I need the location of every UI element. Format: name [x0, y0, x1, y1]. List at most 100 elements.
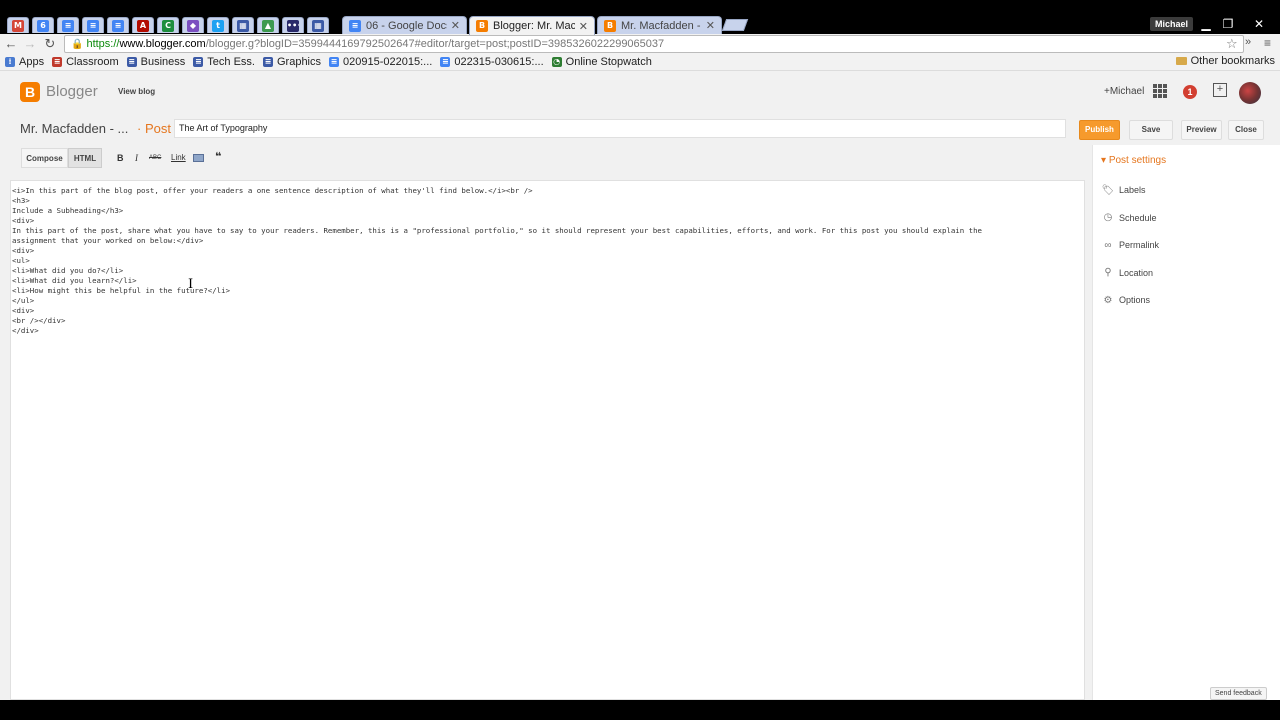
code-line: <div> [12, 306, 35, 315]
pinned-tab[interactable]: t [207, 17, 229, 33]
pinned-tab[interactable]: ▲ [257, 17, 279, 33]
new-tab-button[interactable] [721, 19, 749, 31]
pinned-tab[interactable]: ▦ [232, 17, 254, 33]
code-line: <br /></div> [12, 316, 66, 325]
avatar[interactable] [1239, 82, 1261, 104]
pinned-tab[interactable]: ◆ [182, 17, 204, 33]
screen-bottom-edge [0, 700, 1280, 720]
preview-button[interactable]: Preview [1181, 120, 1222, 140]
setting-location[interactable]: ⚲ Location [1101, 263, 1276, 283]
bookmark-item[interactable]: ≡ 020915-022015:... [329, 56, 432, 68]
extension-icon: ◆ [187, 19, 199, 32]
back-icon[interactable]: ← [3, 36, 19, 52]
setting-labels[interactable]: 🏷 Labels [1101, 180, 1276, 200]
twitter-icon: t [212, 19, 224, 32]
bookmark-item[interactable]: ⁞ Apps [5, 56, 44, 68]
setting-options[interactable]: ⚙ Options [1101, 290, 1276, 310]
bold-button[interactable]: B [117, 153, 124, 163]
notification-badge[interactable]: 1 [1183, 85, 1197, 99]
apps-grid-icon[interactable] [1153, 84, 1167, 98]
acrobat-icon: A [137, 19, 149, 32]
italic-button[interactable]: I [135, 153, 138, 163]
star-icon[interactable]: ☆ [1226, 36, 1238, 52]
bookmark-label: Classroom [66, 56, 119, 68]
code-line: </div> [12, 326, 39, 335]
bookmark-item[interactable]: ≡ Business [126, 56, 185, 68]
reload-icon[interactable]: ↻ [42, 36, 58, 52]
pinned-tab[interactable]: 6 [32, 17, 54, 33]
blogger-logo-icon[interactable]: B [20, 82, 40, 102]
code-line: <div> [12, 216, 35, 225]
forward-icon[interactable]: → [22, 36, 38, 52]
address-bar[interactable]: 🔒 https://www.blogger.com/blogger.g?blogI… [64, 35, 1244, 53]
code-line: assignment that your worked on below:</d… [12, 236, 204, 245]
profile-button[interactable]: Michael [1150, 17, 1194, 31]
pinned-tab[interactable]: A [132, 17, 154, 33]
bookmark-item[interactable]: ≡ Graphics [262, 56, 321, 68]
pinned-tab[interactable]: ≡ [57, 17, 79, 33]
bookmark-item[interactable]: ≡ Tech Ess. [193, 56, 255, 68]
docs-icon: ≡ [329, 57, 340, 67]
close-button[interactable]: Close [1228, 120, 1264, 140]
pinned-tab[interactable]: C [157, 17, 179, 33]
editor-toolbar: Compose HTML B I ABC Link ❝ [0, 145, 1092, 171]
pinned-tab[interactable]: ▦ [307, 17, 329, 33]
close-icon[interactable]: ✕ [579, 20, 588, 33]
setting-label: Labels [1119, 185, 1146, 195]
google-plus-user-link[interactable]: +Michael [1104, 86, 1144, 97]
post-settings-header[interactable]: ▾ Post settings [1101, 155, 1166, 166]
window-close-icon[interactable]: ✕ [1248, 17, 1270, 31]
link-button[interactable]: Link [171, 153, 186, 162]
code-line: <i>In this part of the blog post, offer … [12, 186, 533, 195]
html-code-editor[interactable]: <i>In this part of the blog post, offer … [10, 180, 1085, 700]
docs-icon: ≡ [62, 19, 74, 32]
bookmark-item[interactable]: ◔ Online Stopwatch [551, 56, 652, 68]
compose-mode-tab[interactable]: Compose [21, 148, 68, 168]
chevron-right-icon[interactable]: » [1245, 36, 1251, 48]
post-settings-panel: ▾ Post settings 🏷 Labels ◷ Schedule ∞ Permali… [1092, 145, 1280, 700]
pinned-tab[interactable]: ••• [282, 17, 304, 33]
maximize-icon[interactable]: ❐ [1217, 17, 1239, 31]
tab-portfolio[interactable]: B Mr. Macfadden - Por ✕ [597, 16, 722, 34]
bookmark-label: Apps [19, 56, 45, 68]
pin-icon: ⚲ [1104, 267, 1112, 278]
blogger-header: B Blogger View blog +Michael 1 + [0, 71, 1280, 113]
text-cursor-icon: I [188, 277, 194, 292]
send-feedback-button[interactable]: Send feedback [1210, 687, 1267, 700]
tab-title: Mr. Macfadden - Por [621, 19, 702, 32]
bookmark-item[interactable]: ≡ Classroom [52, 56, 119, 68]
setting-label: Schedule [1119, 212, 1157, 223]
bookmark-item[interactable]: ≡ 022315-030615:... [440, 56, 544, 68]
code-line: <div> [12, 246, 35, 255]
quote-icon[interactable]: ❝ [215, 150, 221, 163]
other-bookmarks[interactable]: Other bookmarks [1175, 55, 1275, 67]
tab-google-docs[interactable]: ≡ 06 - Google Docs - F ✕ [342, 16, 467, 34]
view-blog-button[interactable]: View blog [113, 85, 160, 98]
setting-schedule[interactable]: ◷ Schedule [1101, 208, 1276, 228]
image-icon[interactable] [193, 154, 204, 162]
share-plus-icon[interactable]: + [1213, 83, 1227, 97]
strikethrough-button[interactable]: ABC [149, 155, 161, 161]
menu-icon[interactable]: ≡ [1264, 36, 1271, 50]
publish-button[interactable]: Publish [1079, 120, 1120, 140]
browser-toolbar: ← → ↻ 🔒 https://www.blogger.com/blogger.g… [0, 34, 1280, 54]
classroom-icon: C [162, 19, 174, 32]
docs-icon: ≡ [349, 19, 361, 32]
pinned-tab[interactable]: ≡ [82, 17, 104, 33]
html-mode-tab[interactable]: HTML [68, 148, 102, 168]
sheets-icon: ▦ [312, 19, 324, 32]
close-icon[interactable]: ✕ [451, 19, 460, 32]
post-title-input[interactable]: The Art of Typography [174, 119, 1066, 138]
blogger-wordmark[interactable]: Blogger [46, 83, 98, 100]
save-button[interactable]: Save [1129, 120, 1173, 140]
pinned-tab[interactable]: M [7, 17, 29, 33]
clock-icon: ◷ [1103, 212, 1113, 223]
code-line: <ul> [12, 256, 30, 265]
pinned-tab[interactable]: ≡ [107, 17, 129, 33]
tab-blogger-editor[interactable]: B Blogger: Mr. Macfad ✕ [469, 16, 595, 35]
setting-permalink[interactable]: ∞ Permalink [1101, 235, 1276, 255]
minimize-icon[interactable]: ▁ [1195, 17, 1217, 31]
close-icon[interactable]: ✕ [706, 19, 715, 32]
blog-name[interactable]: Mr. Macfadden - ... [20, 121, 128, 136]
code-line: <h3> [12, 196, 30, 205]
